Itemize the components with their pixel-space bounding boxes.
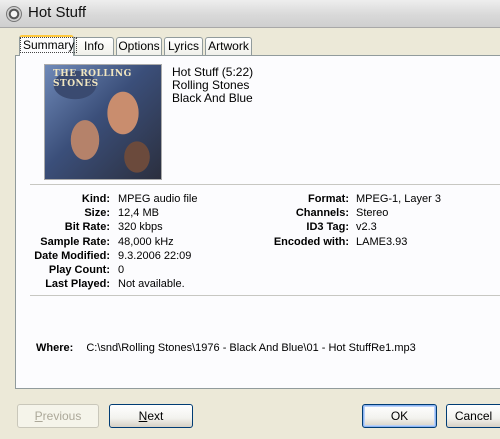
detail-value: 48,000 kHz bbox=[118, 235, 174, 248]
tab-label: Options bbox=[118, 39, 160, 53]
detail-label: Sample Rate: bbox=[40, 235, 110, 248]
detail-value: Stereo bbox=[356, 207, 389, 220]
detail-value: MPEG audio file bbox=[118, 193, 198, 205]
detail-value: 320 kbps bbox=[118, 221, 163, 234]
track-album: Black And Blue bbox=[172, 91, 253, 105]
detail-label: Bit Rate: bbox=[64, 221, 110, 234]
detail-label: Size: bbox=[84, 207, 110, 220]
tab-label: Summary bbox=[20, 37, 78, 53]
tab-label: Info bbox=[83, 39, 104, 53]
tab-label: Lyrics bbox=[168, 39, 199, 53]
detail-label: Kind: bbox=[81, 193, 110, 205]
ok-button[interactable]: OK bbox=[362, 404, 437, 428]
cancel-button[interactable]: Cancel bbox=[446, 404, 500, 428]
artwork-band-text: THE ROLLING STONES bbox=[53, 69, 132, 89]
tab-label: Artwork bbox=[208, 39, 249, 53]
window-title: Hot Stuff bbox=[28, 4, 87, 21]
detail-label: Encoded with: bbox=[273, 235, 349, 248]
detail-label: Channels: bbox=[295, 207, 349, 220]
where-label: Where: bbox=[36, 342, 74, 354]
detail-label: ID3 Tag: bbox=[306, 221, 349, 234]
tab-options[interactable]: Options bbox=[116, 37, 162, 55]
where-path: C:\snd\Rolling Stones\1976 - Black And B… bbox=[86, 342, 416, 354]
title-bar[interactable]: Hot Stuff bbox=[0, 0, 500, 28]
detail-label: Last Played: bbox=[45, 278, 110, 291]
album-artwork: THE ROLLING STONES bbox=[45, 65, 161, 179]
detail-value: 12,4 MB bbox=[118, 207, 159, 220]
detail-value: MPEG-1, Layer 3 bbox=[356, 193, 441, 205]
separator-top bbox=[30, 184, 500, 185]
separator-middle bbox=[30, 295, 500, 296]
next-button[interactable]: Next bbox=[109, 404, 193, 428]
tab-summary[interactable]: Summary bbox=[19, 35, 78, 56]
detail-label: Date Modified: bbox=[34, 249, 110, 262]
track-info: Hot Stuff (5:22) Rolling Stones Black An… bbox=[172, 66, 253, 105]
tab-lyrics[interactable]: Lyrics bbox=[164, 37, 203, 55]
detail-value: Not available. bbox=[118, 278, 185, 291]
tab-artwork[interactable]: Artwork bbox=[205, 37, 252, 55]
detail-value: 0 bbox=[118, 264, 125, 276]
file-location: Where: C:\snd\Rolling Stones\1976 - Blac… bbox=[36, 342, 416, 354]
detail-value: 9.3.2006 22:09 bbox=[118, 249, 192, 262]
previous-button[interactable]: Previous bbox=[17, 404, 99, 428]
summary-panel: THE ROLLING STONES Hot Stuff (5:22) Roll… bbox=[15, 55, 500, 389]
detail-value: v2.3 bbox=[356, 221, 377, 234]
detail-label: Play Count: bbox=[48, 264, 110, 276]
detail-value: LAME3.93 bbox=[356, 235, 408, 248]
detail-label: Format: bbox=[308, 193, 349, 205]
tab-info[interactable]: Info bbox=[74, 37, 114, 55]
app-icon bbox=[6, 6, 22, 22]
